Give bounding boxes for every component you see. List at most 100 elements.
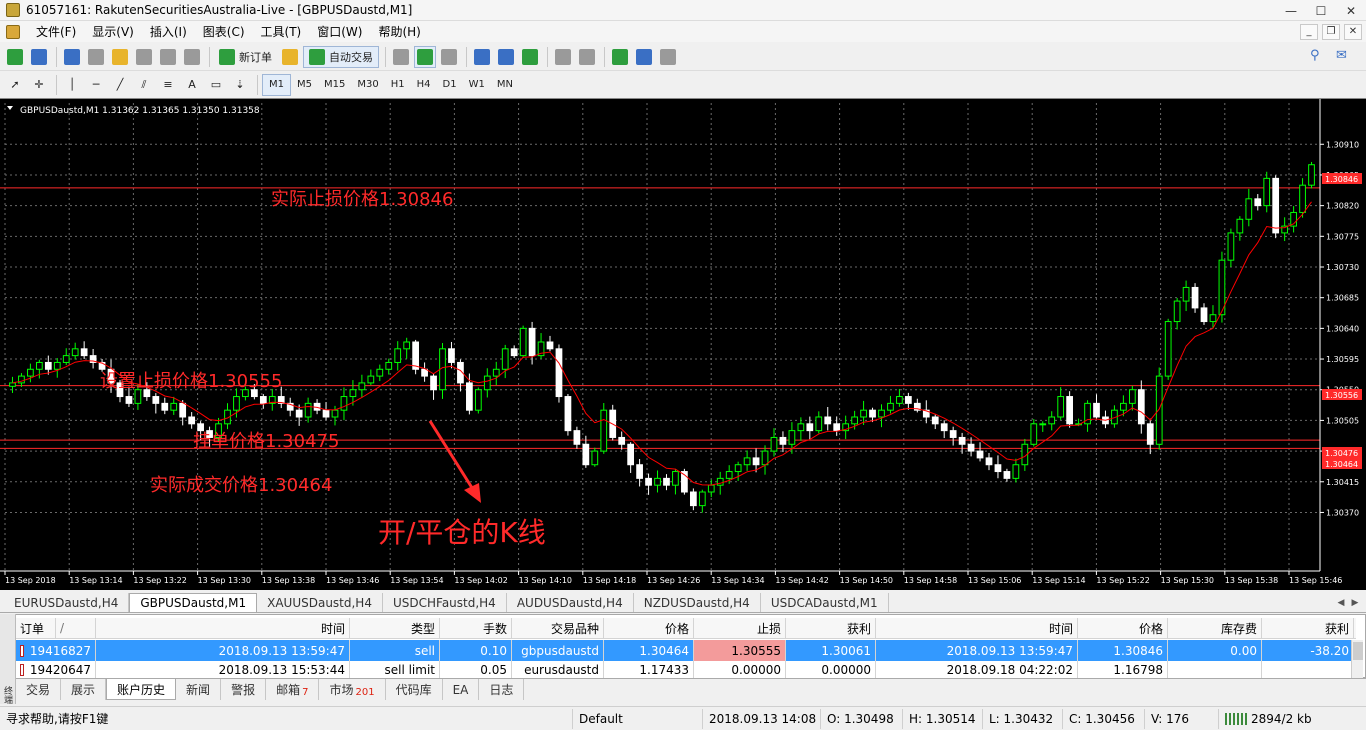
- label-tool-button[interactable]: ▭: [205, 74, 227, 96]
- tab-news[interactable]: 新闻: [176, 679, 222, 700]
- tile-windows-button[interactable]: [519, 46, 541, 68]
- candlestick-button[interactable]: [414, 45, 436, 68]
- text-tool-button[interactable]: A: [181, 74, 203, 96]
- meta-editor-button[interactable]: [279, 46, 301, 68]
- tab-label: 交易: [26, 683, 51, 697]
- templates-button[interactable]: [657, 46, 679, 68]
- menu-tools[interactable]: 工具(T): [253, 23, 310, 40]
- menu-insert[interactable]: 插入(I): [142, 23, 195, 40]
- col-open-time[interactable]: 时间: [96, 618, 350, 638]
- tab-experts[interactable]: EA: [443, 679, 480, 700]
- navigator-button[interactable]: [109, 46, 131, 68]
- bar-chart-button[interactable]: [390, 46, 412, 68]
- minimize-button[interactable]: —: [1276, 0, 1306, 21]
- price-chart[interactable]: 1.309101.308651.308201.307751.307301.306…: [0, 98, 1366, 590]
- col-open-price[interactable]: 价格: [604, 618, 694, 638]
- tabs-scroll-left-icon[interactable]: ◀: [1334, 596, 1348, 610]
- close-button[interactable]: ✕: [1336, 0, 1366, 21]
- tf-mn[interactable]: MN: [491, 74, 519, 96]
- col-sort[interactable]: /: [56, 618, 96, 638]
- indicators-button[interactable]: [609, 46, 631, 68]
- col-close-time[interactable]: 时间: [876, 618, 1078, 638]
- vertical-line-button[interactable]: │: [61, 74, 83, 96]
- search-tb-button[interactable]: [181, 46, 203, 68]
- chart-tab-audusd[interactable]: AUDUSDaustd,H4: [507, 593, 634, 612]
- status-volume: V: 176: [1144, 708, 1218, 729]
- col-swap[interactable]: 库存费: [1168, 618, 1262, 638]
- col-sl[interactable]: 止损: [694, 618, 786, 638]
- chart-shift-button[interactable]: [552, 46, 574, 68]
- candle-body: [71, 348, 79, 357]
- menu-view[interactable]: 显示(V): [84, 23, 142, 40]
- line-chart-button[interactable]: [438, 46, 460, 68]
- chart-tab-xauusd[interactable]: XAUUSDaustd,H4: [257, 593, 383, 612]
- menu-help[interactable]: 帮助(H): [370, 23, 428, 40]
- tab-account-history[interactable]: 账户历史: [106, 679, 177, 700]
- tf-d1[interactable]: D1: [437, 74, 463, 96]
- table-row[interactable]: 19416827 2018.09.13 13:59:47 sell 0.10 g…: [16, 640, 1356, 661]
- periods-button[interactable]: [633, 46, 655, 68]
- horizontal-line-button[interactable]: ─: [85, 74, 107, 96]
- tab-alerts[interactable]: 警报: [221, 679, 267, 700]
- terminal-button[interactable]: [133, 46, 155, 68]
- data-window-button[interactable]: [85, 46, 107, 68]
- tf-h4[interactable]: H4: [411, 74, 437, 96]
- menu-window[interactable]: 窗口(W): [309, 23, 370, 40]
- tab-mailbox[interactable]: 邮箱 7: [266, 679, 320, 700]
- tf-m15[interactable]: M15: [318, 74, 351, 96]
- tf-h1[interactable]: H1: [385, 74, 411, 96]
- channel-button[interactable]: ⫽: [133, 74, 155, 96]
- tabs-scroll-right-icon[interactable]: ▶: [1348, 596, 1362, 610]
- scrollbar-thumb[interactable]: [1353, 642, 1363, 660]
- mdi-minimize-button[interactable]: _: [1300, 23, 1318, 40]
- terminal-side-label[interactable]: 终端: [0, 614, 16, 704]
- tf-m1[interactable]: M1: [262, 73, 291, 96]
- zoom-in-button[interactable]: [471, 46, 493, 68]
- col-type[interactable]: 类型: [350, 618, 440, 638]
- terminal-scrollbar[interactable]: [1351, 640, 1363, 678]
- trendline-button[interactable]: ╱: [109, 74, 131, 96]
- new-order-button[interactable]: 新订单: [214, 46, 277, 68]
- chart-tab-eurusd[interactable]: EURUSDaustd,H4: [4, 593, 130, 612]
- cursor-button[interactable]: ➚: [4, 74, 26, 96]
- zoom-out-button[interactable]: [495, 46, 517, 68]
- chart-tab-usdcad[interactable]: USDCADaustd,M1: [761, 593, 889, 612]
- profiles-button[interactable]: [28, 46, 50, 68]
- auto-trading-button[interactable]: 自动交易: [303, 45, 379, 68]
- col-tp[interactable]: 获利: [786, 618, 876, 638]
- tab-market[interactable]: 市场 201: [319, 679, 386, 700]
- col-close-price[interactable]: 价格: [1078, 618, 1168, 638]
- candle-body: [1164, 321, 1172, 377]
- tab-code-base[interactable]: 代码库: [386, 679, 443, 700]
- chart-tab-nzdusd[interactable]: NZDUSDaustd,H4: [634, 593, 761, 612]
- col-volume[interactable]: 手数: [440, 618, 512, 638]
- arrows-button[interactable]: ⇣: [229, 74, 251, 96]
- new-chart-button[interactable]: [4, 46, 26, 68]
- status-help: 寻求帮助,请按F1键: [6, 712, 109, 726]
- new-chart-icon: [7, 48, 23, 65]
- col-order[interactable]: 订单: [16, 618, 56, 638]
- tab-journal[interactable]: 日志: [479, 679, 525, 700]
- tf-m30[interactable]: M30: [351, 74, 384, 96]
- mdi-restore-button[interactable]: ❐: [1322, 23, 1340, 40]
- col-profit[interactable]: 获利: [1262, 618, 1354, 638]
- tab-trade[interactable]: 交易: [16, 679, 62, 700]
- crosshair-button[interactable]: ✛: [28, 74, 50, 96]
- auto-scroll-button[interactable]: [576, 46, 598, 68]
- market-watch-button[interactable]: [61, 46, 83, 68]
- tab-exposure[interactable]: 展示: [61, 679, 107, 700]
- chat-icon[interactable]: ✉: [1336, 48, 1356, 64]
- menu-file[interactable]: 文件(F): [28, 23, 84, 40]
- chart-tab-gbpusd[interactable]: GBPUSDaustd,M1: [129, 593, 258, 612]
- tester-button[interactable]: [157, 46, 179, 68]
- chart-tab-usdchf[interactable]: USDCHFaustd,H4: [383, 593, 507, 612]
- search-icon[interactable]: ⚲: [1310, 48, 1330, 64]
- col-symbol[interactable]: 交易品种: [512, 618, 604, 638]
- tf-m5[interactable]: M5: [291, 74, 318, 96]
- table-row[interactable]: 19420647 2018.09.13 15:53:44 sell limit …: [16, 661, 1356, 679]
- fibo-button[interactable]: ≡: [157, 74, 179, 96]
- maximize-button[interactable]: ☐: [1306, 0, 1336, 21]
- mdi-close-button[interactable]: ✕: [1344, 23, 1362, 40]
- tf-w1[interactable]: W1: [463, 74, 491, 96]
- menu-charts[interactable]: 图表(C): [195, 23, 253, 40]
